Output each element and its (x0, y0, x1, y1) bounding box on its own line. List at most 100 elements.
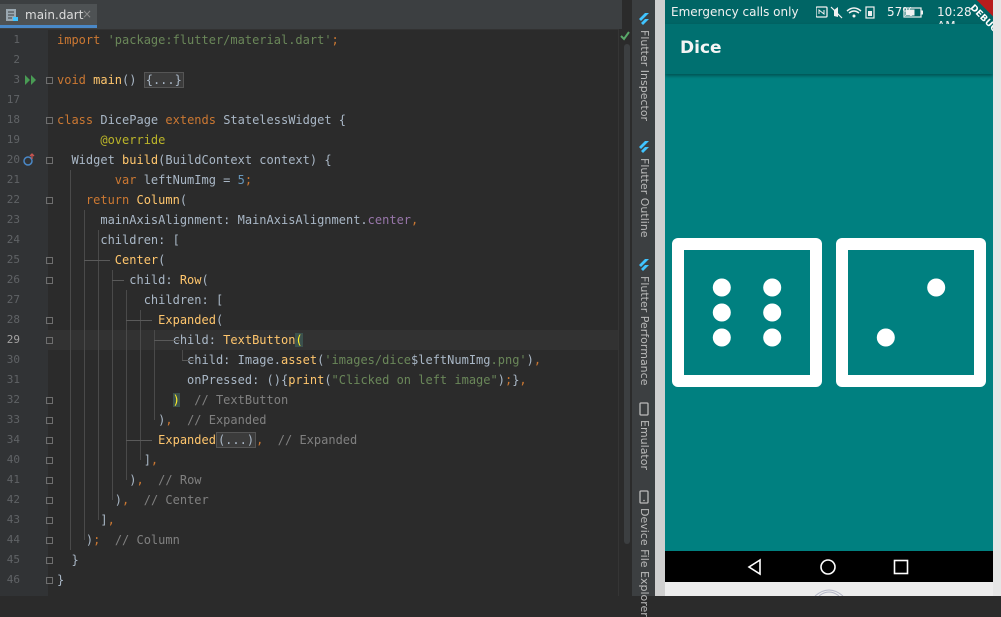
flutter-icon (639, 141, 649, 153)
tree-connector (126, 440, 152, 441)
dice-pip (763, 278, 782, 297)
android-status-bar: Emergency calls only 57% 10:28 AM (665, 0, 993, 33)
flutter-inspector-label: Flutter Inspector (638, 30, 651, 122)
fold-marker-icon[interactable] (46, 497, 53, 504)
code-line-40: ], (57, 453, 159, 467)
indent-guide (98, 230, 99, 520)
left-dice-button[interactable] (672, 238, 822, 387)
indent-guide (70, 170, 71, 550)
emulator-label: Emulator (638, 420, 651, 470)
fold-marker-icon[interactable] (46, 317, 53, 324)
device-icon (639, 490, 649, 504)
line-number: 43 (6, 513, 20, 526)
tree-connector (112, 280, 124, 281)
code-line-42: ), // Center (57, 493, 209, 507)
indent-guide (140, 310, 141, 460)
line-number: 2 (13, 53, 20, 66)
code-line-43: ], (57, 513, 115, 527)
line-number: 21 (6, 173, 20, 186)
tree-connector (84, 260, 110, 261)
code-line-33: ), // Expanded (158, 413, 267, 427)
emulator-screen[interactable]: Emergency calls only 57% 10:28 AM Dice D… (665, 0, 993, 596)
line-number: 31 (6, 373, 20, 386)
fold-marker-icon[interactable] (46, 157, 53, 164)
tree-connector (126, 320, 152, 321)
dice-pip (927, 278, 946, 297)
line-number: 19 (6, 133, 20, 146)
line-number: 45 (6, 553, 20, 566)
fold-marker-icon[interactable] (46, 77, 53, 84)
emulator-tab[interactable]: Emulator (632, 402, 656, 472)
code-line-18: class DicePage extends StatelessWidget { (57, 113, 347, 127)
fold-marker-icon[interactable] (46, 417, 53, 424)
flutter-outline-label: Flutter Outline (638, 158, 651, 238)
flutter-performance-tab[interactable]: Flutter Performance (632, 258, 656, 385)
code-line-20: Widget build(BuildContext context) { (57, 153, 332, 167)
dice-pip (763, 303, 782, 322)
emulator-icon (639, 402, 649, 416)
line-number: 3 (13, 73, 20, 86)
fold-marker-icon[interactable] (46, 577, 53, 584)
tab-main-dart[interactable]: main.dart × (0, 4, 97, 28)
battery-percent: 57% (887, 5, 914, 19)
line-number: 27 (6, 293, 20, 306)
line-number: 29 (6, 333, 20, 346)
window-separator (655, 0, 665, 596)
back-icon[interactable] (746, 558, 764, 576)
line-number: 24 (6, 233, 20, 246)
indent-guide (112, 270, 113, 500)
line-number: 25 (6, 253, 20, 266)
app-bar: Dice (665, 24, 993, 74)
flutter-inspector-tab[interactable]: Flutter Inspector (632, 12, 656, 121)
signal-icon (865, 6, 875, 19)
code-line-32: ) // TextButton (172, 393, 289, 407)
flutter-outline-tab[interactable]: Flutter Outline (632, 140, 656, 238)
fold-marker-icon[interactable] (46, 397, 53, 404)
dice-face (672, 238, 822, 387)
line-number: 32 (6, 393, 20, 406)
fold-marker-icon[interactable] (46, 197, 53, 204)
fold-marker-icon[interactable] (46, 457, 53, 464)
right-dice-button[interactable] (836, 238, 986, 387)
mute-icon (830, 6, 843, 19)
flutter-icon (639, 259, 649, 271)
fold-marker-icon[interactable] (46, 337, 53, 344)
tab-close-icon[interactable]: × (82, 7, 92, 21)
dice-face (836, 238, 986, 387)
run-icon[interactable] (24, 74, 38, 86)
code-line-31: onPressed: (){print("Clicked on left ima… (57, 373, 527, 387)
dart-file-icon (6, 9, 18, 21)
device-file-explorer-tab[interactable]: Device File Explorer (632, 490, 656, 617)
wifi-icon (846, 7, 862, 18)
fold-marker-icon[interactable] (46, 437, 53, 444)
line-number: 42 (6, 493, 20, 506)
tool-window-strip: Flutter Inspector Flutter Outline Flutte… (631, 0, 656, 617)
line-number: 44 (6, 533, 20, 546)
fold-marker-icon[interactable] (46, 537, 53, 544)
fold-marker-icon[interactable] (46, 517, 53, 524)
fold-marker-icon[interactable] (46, 477, 53, 484)
code-line-46: } (57, 573, 65, 587)
emulator-bottom-frame (665, 582, 993, 596)
emulator-frame-edge (993, 0, 1001, 596)
fold-marker-icon[interactable] (46, 117, 53, 124)
fold-marker-icon[interactable] (46, 257, 53, 264)
line-number: 33 (6, 413, 20, 426)
code-line-26: child: Row( (57, 273, 209, 287)
device-file-explorer-label: Device File Explorer (638, 508, 651, 617)
line-number: 26 (6, 273, 20, 286)
code-line-23: mainAxisAlignment: MainAxisAlignment.cen… (57, 213, 419, 227)
line-number: 17 (6, 93, 20, 106)
fold-marker-icon[interactable] (46, 277, 53, 284)
scrollbar-thumb[interactable] (624, 44, 630, 544)
override-icon[interactable] (22, 153, 36, 167)
tree-connector (182, 360, 194, 361)
line-number: 1 (13, 33, 20, 46)
recents-icon[interactable] (892, 558, 910, 576)
home-icon[interactable] (819, 558, 837, 576)
dice-pip (712, 303, 731, 322)
fold-marker-icon[interactable] (46, 557, 53, 564)
code-line-3: void main() {...} (57, 72, 184, 88)
code-line-41: ), // Row (57, 473, 202, 487)
line-number: 28 (6, 313, 20, 326)
